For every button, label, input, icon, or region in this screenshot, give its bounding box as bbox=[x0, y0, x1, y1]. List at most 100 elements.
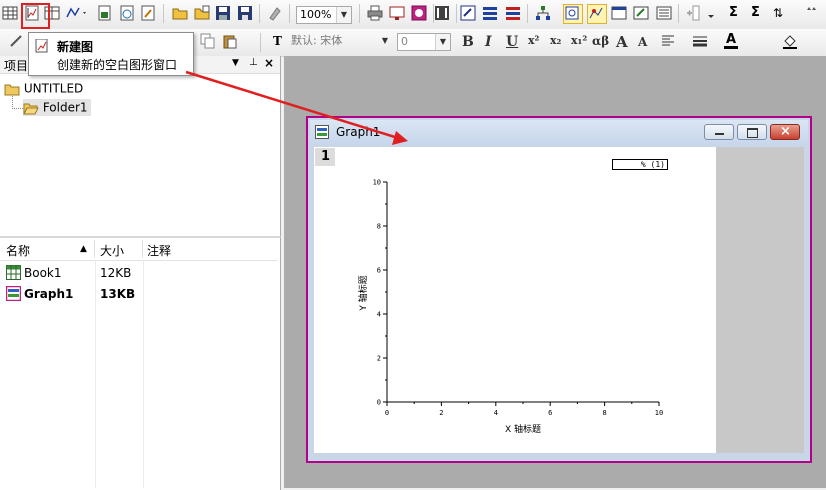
project-tree-icon[interactable] bbox=[535, 5, 551, 21]
new-layout-icon[interactable] bbox=[119, 5, 135, 21]
bold-button[interactable]: B bbox=[462, 34, 474, 50]
subscript-button[interactable]: x₂ bbox=[550, 34, 561, 47]
column-size-header[interactable]: 大小 bbox=[100, 242, 124, 259]
paste-icon[interactable] bbox=[222, 33, 238, 49]
plot-area: 0 2 4 6 8 10 0 2 4 6 8 10 X 轴标题 Y 轴标题 bbox=[357, 179, 663, 436]
open-template-icon[interactable] bbox=[194, 5, 210, 21]
y-axis-title[interactable]: Y 轴标题 bbox=[357, 275, 369, 311]
align-icon[interactable] bbox=[660, 33, 676, 49]
tooltip-description: 创建新的空白图形窗口 bbox=[57, 58, 178, 72]
close-icon: × bbox=[780, 124, 791, 139]
x-tick-label: 4 bbox=[494, 409, 498, 417]
open-folder-icon bbox=[23, 103, 39, 114]
y-tick-label: 10 bbox=[373, 179, 381, 187]
increase-font-button[interactable]: A bbox=[616, 33, 628, 51]
zoom-select[interactable]: 100% ▼ bbox=[296, 6, 352, 24]
graph-icon bbox=[6, 286, 21, 301]
list-item-name: Graph1 bbox=[24, 287, 74, 301]
font-icon: T bbox=[273, 34, 282, 48]
refresh-icon[interactable] bbox=[434, 5, 450, 21]
close-icon[interactable]: × bbox=[264, 56, 274, 70]
open-folder-icon[interactable] bbox=[172, 5, 188, 21]
chevron-down-icon: ▼ bbox=[336, 7, 351, 23]
new-graph-icon bbox=[35, 39, 48, 53]
new-notes-icon[interactable] bbox=[140, 5, 156, 21]
list-item-name: Book1 bbox=[24, 266, 62, 280]
tree-connector bbox=[12, 96, 23, 109]
new-graph-button-highlight[interactable] bbox=[21, 3, 50, 29]
supersubscript-button[interactable]: x₁² bbox=[571, 34, 587, 47]
list-item[interactable]: Graph1 13KB bbox=[6, 286, 276, 304]
new-workbook-icon[interactable] bbox=[2, 5, 18, 21]
y-tick-label: 2 bbox=[377, 355, 381, 363]
restore-button[interactable] bbox=[737, 124, 767, 140]
tree-folder-label: Folder1 bbox=[42, 100, 88, 115]
chevron-down-icon: ▼ bbox=[381, 36, 389, 45]
column-name-header[interactable]: 名称 bbox=[6, 242, 30, 259]
sort-icon[interactable]: ⇅ bbox=[773, 5, 789, 21]
folder-icon bbox=[4, 84, 20, 95]
y-tick-label: 4 bbox=[377, 311, 381, 319]
font-name-select[interactable]: 默认: 宋体 ▼ bbox=[288, 33, 392, 51]
graph-icon bbox=[315, 125, 329, 139]
x-axis-title[interactable]: X 轴标题 bbox=[505, 423, 541, 435]
zoom-value: 100% bbox=[300, 8, 332, 21]
save-icon[interactable] bbox=[215, 5, 231, 21]
font-color-icon[interactable]: A bbox=[724, 33, 738, 49]
x-tick-label: 6 bbox=[548, 409, 552, 417]
copy-page-icon[interactable] bbox=[411, 5, 427, 21]
export-icon[interactable] bbox=[389, 5, 405, 21]
toolbar-overflow-icon[interactable] bbox=[707, 5, 715, 21]
minimize-icon bbox=[715, 133, 724, 135]
standard-toolbar: 100% ▼ Σ Σ ⇅ bbox=[0, 0, 826, 30]
fill-color-icon[interactable] bbox=[782, 33, 798, 49]
statistics-icon[interactable]: Σ bbox=[751, 5, 767, 21]
code-builder-icon[interactable] bbox=[505, 5, 521, 21]
edit-notes-icon[interactable] bbox=[633, 5, 649, 21]
copy-icon[interactable] bbox=[200, 33, 216, 49]
close-button[interactable]: × bbox=[770, 124, 800, 140]
panel-menu-icon[interactable]: ▼ bbox=[232, 58, 239, 68]
new-excel-icon[interactable] bbox=[97, 5, 113, 21]
sum-icon[interactable]: Σ bbox=[729, 5, 745, 21]
pin-icon[interactable]: ⊥ bbox=[249, 57, 258, 68]
add-column-icon[interactable] bbox=[685, 5, 701, 21]
command-window-icon[interactable] bbox=[482, 5, 498, 21]
tree-root[interactable]: UNTITLED bbox=[4, 81, 83, 96]
list-item-size: 13KB bbox=[100, 287, 136, 301]
greek-button[interactable]: αβ bbox=[592, 34, 609, 48]
x-tick-label: 8 bbox=[602, 409, 606, 417]
import-wizard-icon[interactable] bbox=[267, 5, 283, 21]
underline-button[interactable]: U bbox=[506, 34, 518, 50]
data-reader-icon[interactable] bbox=[587, 4, 607, 24]
y-tick-label: 8 bbox=[377, 223, 381, 231]
line-style-icon[interactable] bbox=[692, 33, 708, 49]
new-function-icon[interactable] bbox=[66, 5, 88, 21]
decrease-font-button[interactable]: A bbox=[638, 35, 647, 49]
toolbar-expand-icon[interactable] bbox=[805, 5, 817, 21]
minimize-button[interactable] bbox=[704, 124, 734, 140]
x-tick-label: 2 bbox=[439, 409, 443, 417]
y-tick-label: 0 bbox=[377, 399, 381, 407]
font-size-select[interactable]: 0 ▼ bbox=[397, 33, 451, 51]
sort-arrow-icon: ▲ bbox=[80, 244, 87, 254]
properties-icon[interactable] bbox=[656, 5, 672, 21]
list-item-size: 12KB bbox=[100, 266, 132, 280]
file-list-header: 名称 ▲ 大小 注释 bbox=[0, 238, 278, 261]
graph-window-title: Graph1 bbox=[336, 125, 381, 139]
tree-folder1[interactable]: Folder1 bbox=[23, 99, 91, 116]
list-item[interactable]: Book1 12KB bbox=[6, 265, 276, 283]
plot-icon[interactable] bbox=[8, 33, 24, 49]
print-icon[interactable] bbox=[367, 5, 383, 21]
graph-browser-icon[interactable] bbox=[563, 4, 583, 24]
tooltip: 新建图 创建新的空白图形窗口 bbox=[28, 32, 194, 76]
column-comment-header[interactable]: 注释 bbox=[147, 242, 171, 259]
save-template-icon[interactable] bbox=[237, 5, 253, 21]
x-tick-label: 10 bbox=[655, 409, 663, 417]
italic-button[interactable]: I bbox=[485, 34, 492, 50]
workbook-icon bbox=[6, 265, 21, 280]
x-tick-label: 0 bbox=[385, 409, 389, 417]
results-log-icon[interactable] bbox=[460, 5, 476, 21]
superscript-button[interactable]: x² bbox=[528, 34, 539, 47]
worksheet-icon[interactable] bbox=[611, 5, 627, 21]
